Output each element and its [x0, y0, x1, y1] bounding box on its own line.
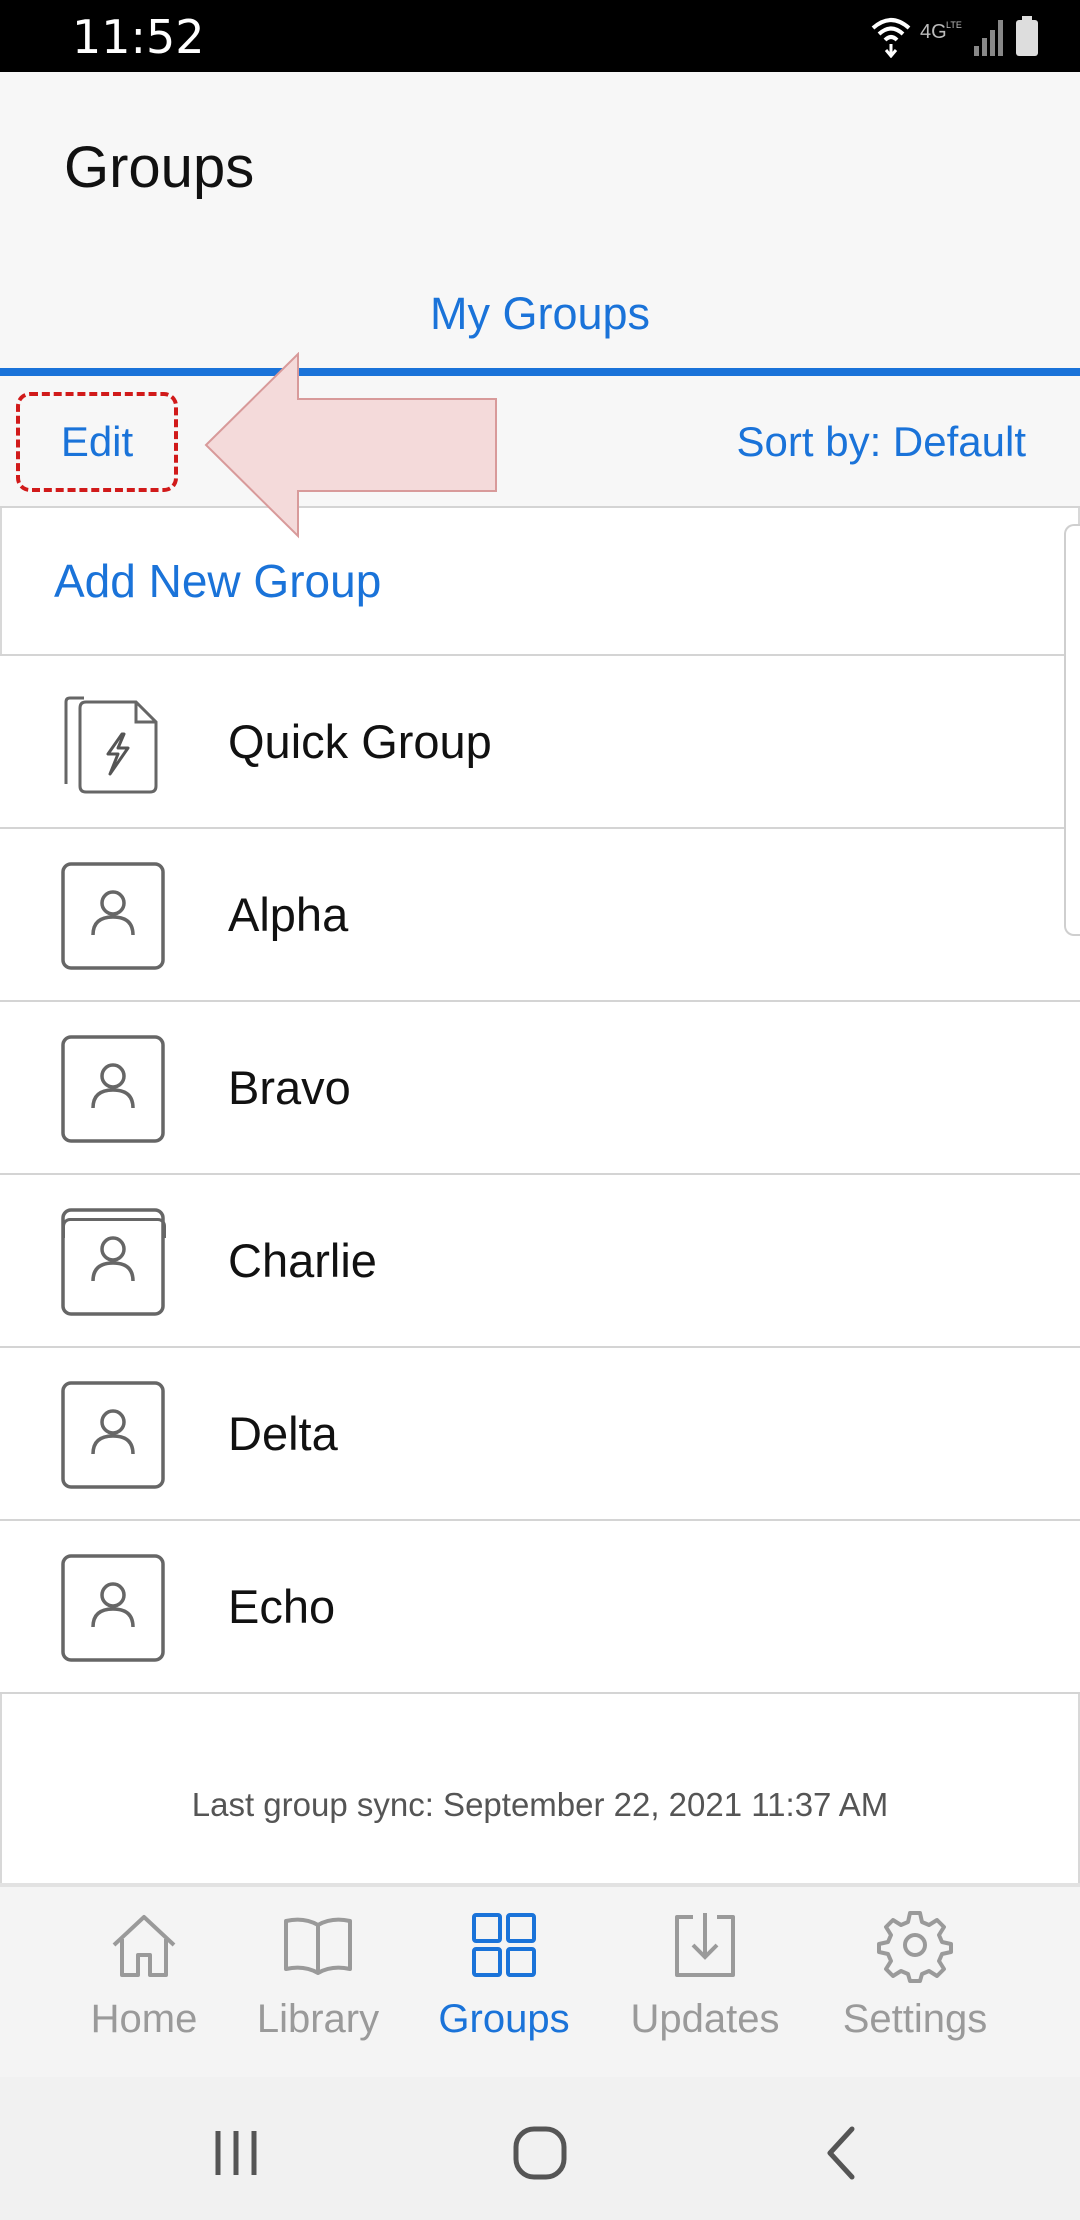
nav-label: Home	[90, 1997, 198, 2041]
home-icon	[112, 1915, 176, 1977]
group-name: Quick Group	[228, 715, 492, 768]
group-name: Alpha	[228, 888, 349, 941]
home-circle-icon[interactable]	[500, 2113, 580, 2193]
group-row-echo[interactable]: Echo	[0, 1521, 1080, 1694]
status-bar: 11:52 4G LTE	[0, 0, 1080, 72]
tab-bar: My Groups	[0, 256, 1080, 376]
back-icon[interactable]	[802, 2113, 882, 2193]
person-icon	[61, 1554, 165, 1662]
book-icon	[284, 1917, 352, 1975]
tab-label: My Groups	[429, 288, 651, 339]
download-icon	[675, 1913, 735, 1977]
battery-icon	[1016, 16, 1038, 56]
quick-group-icon	[64, 696, 158, 794]
group-name: Echo	[228, 1580, 336, 1633]
group-name: Delta	[228, 1407, 338, 1460]
edit-button[interactable]: Edit	[16, 392, 178, 492]
bottom-nav: Home Library Groups Updates Settings	[0, 1883, 1080, 2077]
nav-library[interactable]: Library	[248, 1907, 388, 2067]
group-list: Add New Group Quick Group Alpha Bravo Ch…	[0, 508, 1080, 1736]
group-row-bravo[interactable]: Bravo	[0, 1002, 1080, 1175]
group-name: Charlie	[228, 1234, 377, 1287]
wifi-icon	[871, 18, 911, 58]
sort-button[interactable]: Sort by: Default	[737, 418, 1026, 466]
nav-label: Settings	[842, 1997, 988, 2041]
last-sync-text: Last group sync: September 22, 2021 11:3…	[191, 1786, 889, 1823]
partial-person-icon	[62, 1218, 166, 1238]
recents-icon[interactable]	[196, 2113, 276, 2193]
group-row-delta[interactable]: Delta	[0, 1348, 1080, 1521]
app-header: Groups	[0, 72, 1080, 256]
grid-icon	[472, 1913, 536, 1977]
add-new-group-button[interactable]: Add New Group	[0, 508, 1080, 656]
system-nav-bar	[0, 2077, 1080, 2220]
add-new-group-label: Add New Group	[54, 555, 382, 607]
page-title: Groups	[64, 135, 255, 200]
person-icon	[61, 1381, 165, 1489]
svg-text:4G: 4G	[920, 21, 947, 43]
nav-settings[interactable]: Settings	[832, 1907, 998, 2067]
person-icon	[61, 1035, 165, 1143]
signal-icon	[974, 20, 1003, 56]
status-icons: 4G LTE	[870, 14, 1040, 58]
group-row-quick-group[interactable]: Quick Group	[0, 656, 1080, 829]
nav-label: Library	[256, 1997, 380, 2041]
group-row-alpha[interactable]: Alpha	[0, 829, 1080, 1002]
nav-home[interactable]: Home	[84, 1907, 204, 2067]
list-scrollbar[interactable]	[1064, 524, 1080, 936]
gear-icon	[877, 1911, 953, 1983]
list-toolbar: Edit Sort by: Default	[0, 376, 1080, 508]
nav-label: Updates	[630, 1997, 780, 2041]
nav-label: Groups	[438, 1997, 570, 2041]
nav-groups[interactable]: Groups	[432, 1907, 576, 2067]
person-icon	[61, 862, 165, 970]
nav-updates[interactable]: Updates	[620, 1907, 790, 2067]
group-row-charlie[interactable]: Charlie	[0, 1175, 1080, 1348]
svg-text:LTE: LTE	[946, 20, 962, 30]
status-time: 11:52	[72, 10, 205, 64]
tab-active-indicator	[0, 368, 1080, 376]
tab-my-groups[interactable]: My Groups	[0, 256, 1080, 376]
group-name: Bravo	[228, 1061, 351, 1114]
4g-lte-icon: 4G LTE	[920, 20, 962, 43]
